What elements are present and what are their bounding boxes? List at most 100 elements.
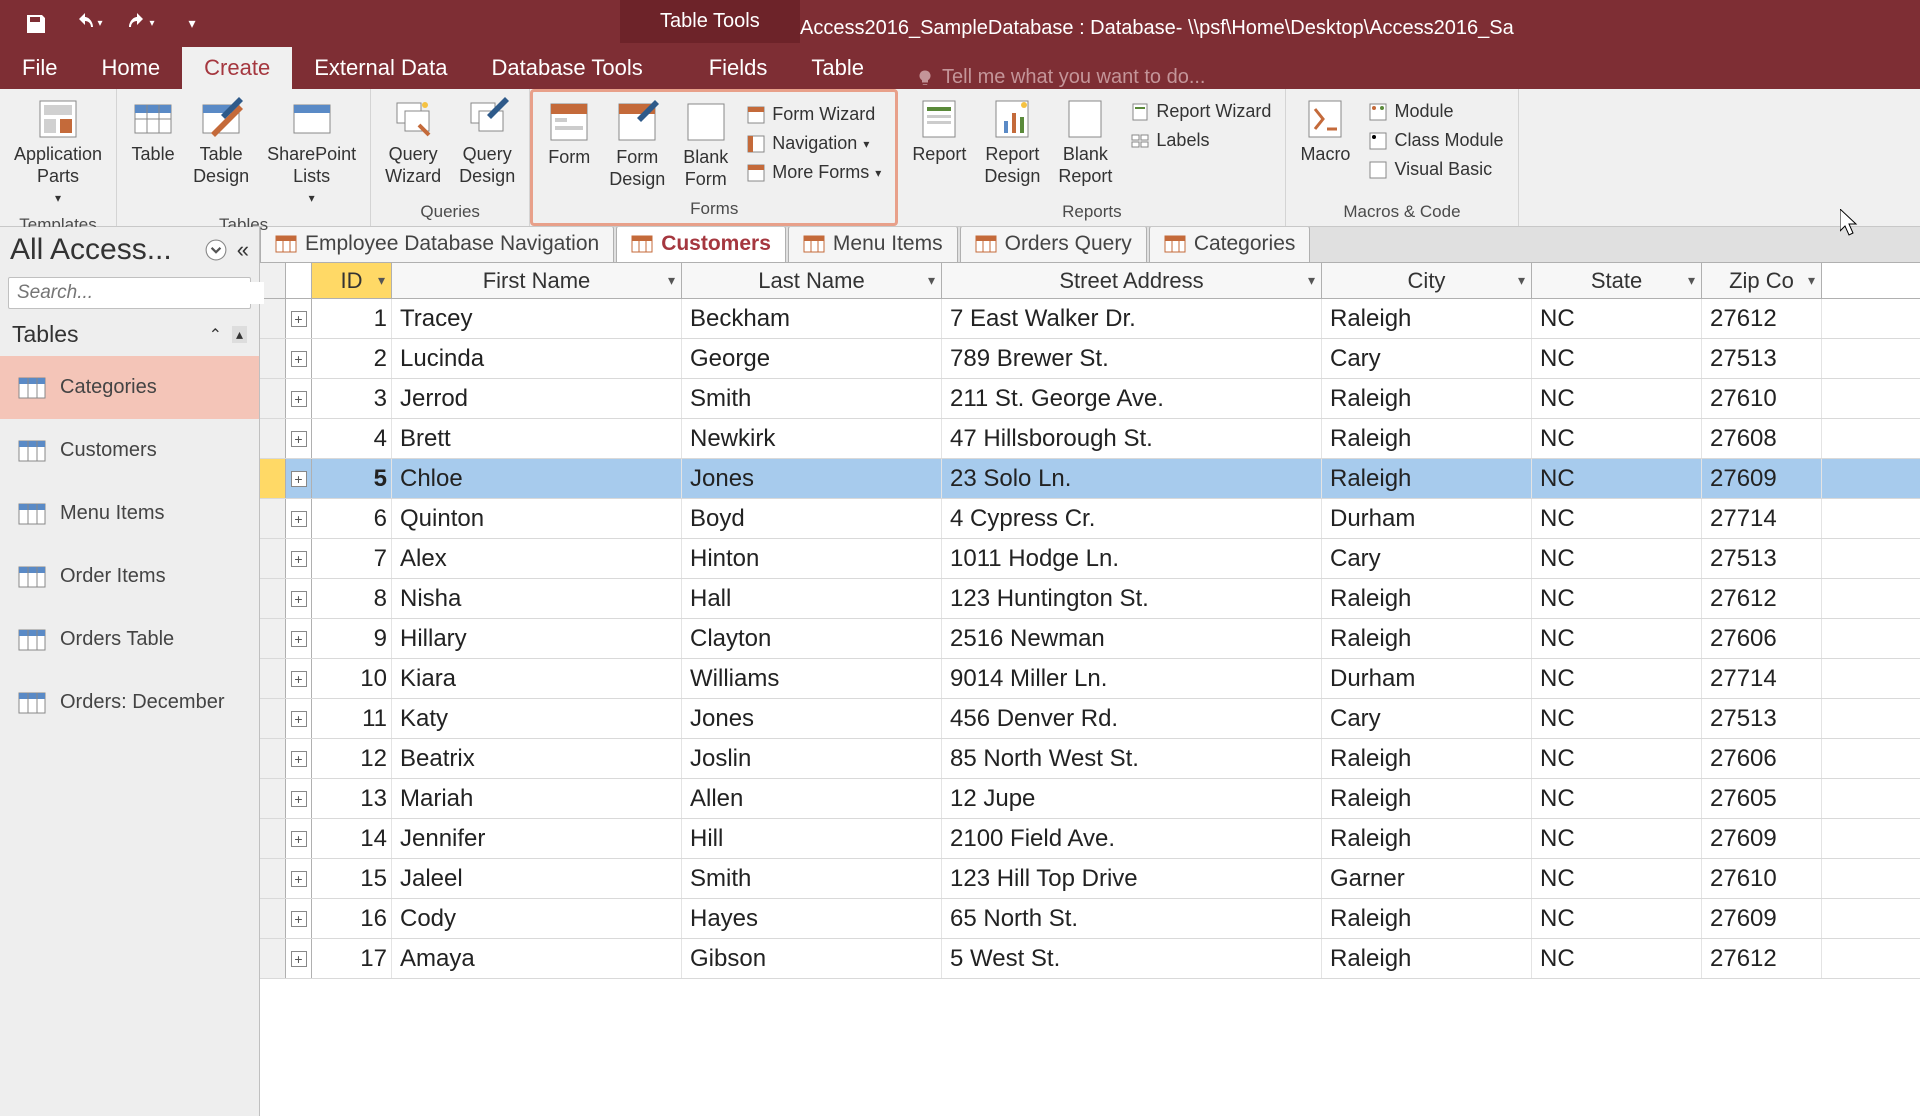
row-selector[interactable]	[260, 779, 286, 818]
row-selector[interactable]	[260, 339, 286, 378]
cell-zip[interactable]: 27612	[1702, 299, 1822, 338]
cell-city[interactable]: Raleigh	[1322, 939, 1532, 978]
cell-first-name[interactable]: Quinton	[392, 499, 682, 538]
cell-last-name[interactable]: Clayton	[682, 619, 942, 658]
cell-city[interactable]: Raleigh	[1322, 779, 1532, 818]
cell-state[interactable]: NC	[1532, 779, 1702, 818]
expand-row[interactable]: +	[286, 499, 312, 538]
row-selector[interactable]	[260, 939, 286, 978]
cell-state[interactable]: NC	[1532, 579, 1702, 618]
cell-last-name[interactable]: Gibson	[682, 939, 942, 978]
redo-button[interactable]: ▾	[124, 8, 156, 40]
table-row[interactable]: +17AmayaGibson5 West St.RaleighNC27612	[260, 939, 1920, 979]
cell-state[interactable]: NC	[1532, 419, 1702, 458]
cell-city[interactable]: Raleigh	[1322, 619, 1532, 658]
cell-id[interactable]: 9	[312, 619, 392, 658]
cell-city[interactable]: Durham	[1322, 659, 1532, 698]
row-selector[interactable]	[260, 659, 286, 698]
cell-last-name[interactable]: Hall	[682, 579, 942, 618]
table-design-button[interactable]: Table Design	[187, 93, 255, 213]
form-button[interactable]: Form	[541, 96, 597, 197]
tell-me-search[interactable]: Tell me what you want to do...	[916, 66, 1205, 89]
nav-search[interactable]	[8, 277, 251, 309]
cell-street-address[interactable]: 47 Hillsborough St.	[942, 419, 1322, 458]
cell-state[interactable]: NC	[1532, 339, 1702, 378]
cell-state[interactable]: NC	[1532, 379, 1702, 418]
expand-row[interactable]: +	[286, 619, 312, 658]
table-row[interactable]: +15JaleelSmith123 Hill Top DriveGarnerNC…	[260, 859, 1920, 899]
cell-first-name[interactable]: Katy	[392, 699, 682, 738]
cell-first-name[interactable]: Nisha	[392, 579, 682, 618]
row-selector[interactable]	[260, 699, 286, 738]
cell-first-name[interactable]: Jaleel	[392, 859, 682, 898]
object-tab[interactable]: Menu Items	[788, 225, 958, 262]
cell-first-name[interactable]: Amaya	[392, 939, 682, 978]
report-design-button[interactable]: Report Design	[978, 93, 1046, 200]
cell-street-address[interactable]: 1011 Hodge Ln.	[942, 539, 1322, 578]
cell-state[interactable]: NC	[1532, 619, 1702, 658]
cell-id[interactable]: 2	[312, 339, 392, 378]
cell-street-address[interactable]: 4 Cypress Cr.	[942, 499, 1322, 538]
form-design-button[interactable]: Form Design	[603, 96, 671, 197]
cell-state[interactable]: NC	[1532, 939, 1702, 978]
column-header[interactable]: First Name▾	[392, 263, 682, 298]
cell-id[interactable]: 3	[312, 379, 392, 418]
cell-street-address[interactable]: 85 North West St.	[942, 739, 1322, 778]
column-header[interactable]: State▾	[1532, 263, 1702, 298]
query-design-button[interactable]: Query Design	[453, 93, 521, 200]
cell-state[interactable]: NC	[1532, 899, 1702, 938]
chevron-down-icon[interactable]: ▾	[928, 272, 935, 289]
object-tab[interactable]: Customers	[616, 225, 786, 262]
expand-row[interactable]: +	[286, 699, 312, 738]
cell-city[interactable]: Raleigh	[1322, 819, 1532, 858]
cell-last-name[interactable]: Hayes	[682, 899, 942, 938]
column-header[interactable]: Zip Co▾	[1702, 263, 1822, 298]
cell-id[interactable]: 16	[312, 899, 392, 938]
cell-zip[interactable]: 27612	[1702, 579, 1822, 618]
cell-last-name[interactable]: Joslin	[682, 739, 942, 778]
tab-file[interactable]: File	[0, 47, 79, 89]
cell-id[interactable]: 17	[312, 939, 392, 978]
cell-zip[interactable]: 27610	[1702, 859, 1822, 898]
cell-first-name[interactable]: Alex	[392, 539, 682, 578]
nav-item[interactable]: Menu Items	[0, 482, 259, 545]
column-header[interactable]: Last Name▾	[682, 263, 942, 298]
table-row[interactable]: +7AlexHinton1011 Hodge Ln.CaryNC27513	[260, 539, 1920, 579]
expand-row[interactable]: +	[286, 859, 312, 898]
cell-first-name[interactable]: Chloe	[392, 459, 682, 498]
expand-row[interactable]: +	[286, 659, 312, 698]
row-selector[interactable]	[260, 459, 286, 498]
table-row[interactable]: +12BeatrixJoslin85 North West St.Raleigh…	[260, 739, 1920, 779]
cell-last-name[interactable]: Smith	[682, 859, 942, 898]
tab-table[interactable]: Table	[789, 47, 886, 89]
row-selector[interactable]	[260, 499, 286, 538]
nav-item[interactable]: Orders: December	[0, 671, 259, 734]
cell-city[interactable]: Raleigh	[1322, 419, 1532, 458]
cell-zip[interactable]: 27714	[1702, 499, 1822, 538]
undo-button[interactable]: ▾	[72, 8, 104, 40]
cell-last-name[interactable]: Smith	[682, 379, 942, 418]
cell-first-name[interactable]: Tracey	[392, 299, 682, 338]
cell-id[interactable]: 6	[312, 499, 392, 538]
cell-id[interactable]: 7	[312, 539, 392, 578]
expand-row[interactable]: +	[286, 899, 312, 938]
row-selector[interactable]	[260, 299, 286, 338]
cell-state[interactable]: NC	[1532, 499, 1702, 538]
cell-city[interactable]: Cary	[1322, 699, 1532, 738]
cell-last-name[interactable]: Newkirk	[682, 419, 942, 458]
cell-city[interactable]: Cary	[1322, 539, 1532, 578]
cell-last-name[interactable]: Jones	[682, 459, 942, 498]
tab-create[interactable]: Create	[182, 47, 292, 89]
cell-street-address[interactable]: 9014 Miller Ln.	[942, 659, 1322, 698]
chevron-down-icon[interactable]: ▾	[378, 272, 385, 289]
cell-id[interactable]: 8	[312, 579, 392, 618]
cell-state[interactable]: NC	[1532, 659, 1702, 698]
cell-street-address[interactable]: 2100 Field Ave.	[942, 819, 1322, 858]
cell-zip[interactable]: 27612	[1702, 939, 1822, 978]
row-selector[interactable]	[260, 899, 286, 938]
cell-state[interactable]: NC	[1532, 819, 1702, 858]
cell-id[interactable]: 15	[312, 859, 392, 898]
application-parts-button[interactable]: Application Parts ▾	[8, 93, 108, 213]
navigation-button[interactable]: Navigation ▾	[740, 131, 887, 156]
cell-first-name[interactable]: Mariah	[392, 779, 682, 818]
